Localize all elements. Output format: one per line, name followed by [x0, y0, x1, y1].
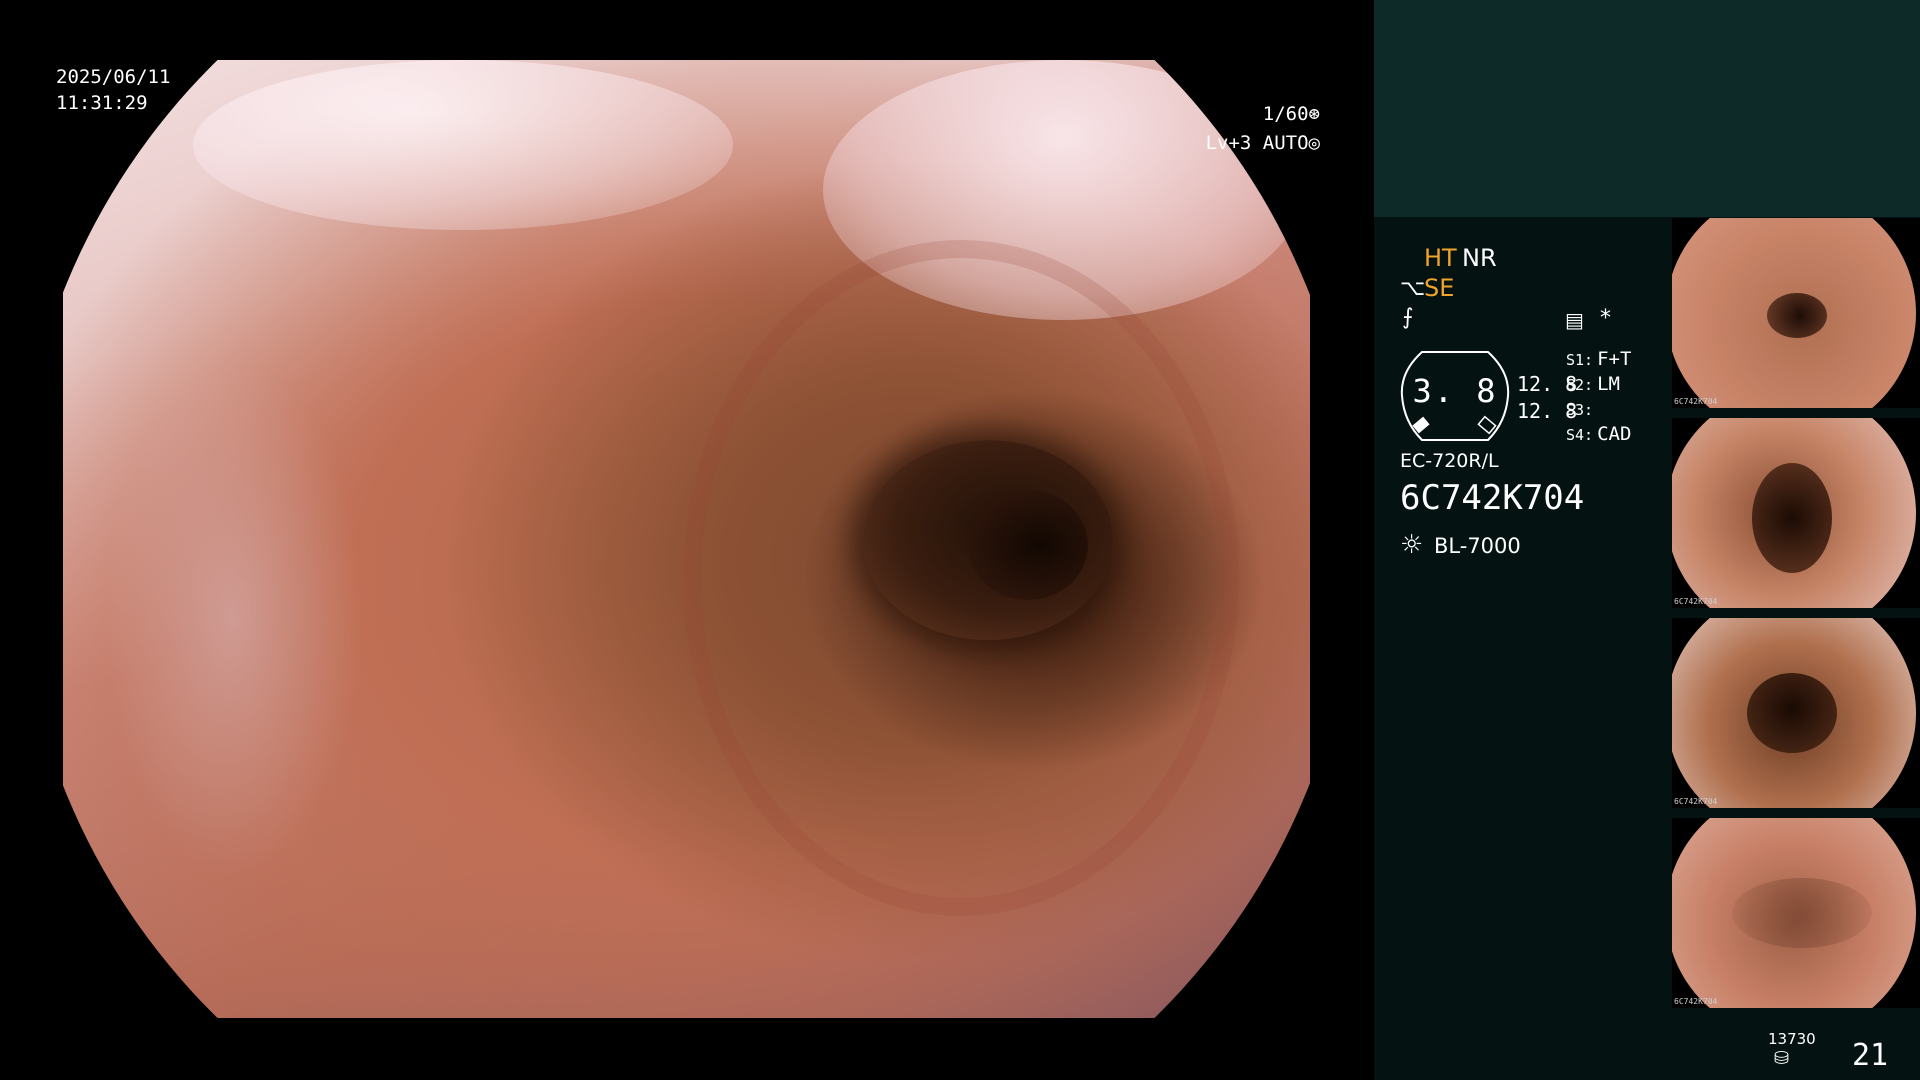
thumbnail-lumen	[1732, 878, 1872, 948]
thumbnail-caption: 6C742K704	[1674, 997, 1718, 1006]
menu-icon: ▤	[1565, 308, 1584, 332]
thumbnail[interactable]: 6C742K704	[1672, 818, 1920, 1008]
thumbnail[interactable]: 6C742K704	[1672, 618, 1920, 808]
slot-key: S1:	[1566, 351, 1594, 369]
slot-value: LM	[1597, 373, 1620, 395]
scope-model: EC-720R/L	[1400, 450, 1499, 472]
light-reflection	[193, 60, 733, 230]
endoscope-view	[63, 60, 1310, 1018]
disk-icon: ⛁	[1774, 1048, 1790, 1069]
lumen-deep	[968, 490, 1088, 600]
thumbnail-lumen	[1747, 673, 1837, 753]
gauge-value: 3. 8	[1412, 372, 1498, 410]
shutter-text: 1/60	[1262, 103, 1309, 125]
slot-value: CAD	[1597, 423, 1632, 445]
exposure-info: 1/60⊛ Lv+3 AUTO◎	[1206, 100, 1320, 158]
time-text: 11:31:29	[56, 92, 148, 114]
thumbnail[interactable]: 6C742K704	[1672, 218, 1920, 408]
thumbnail-caption: 6C742K704	[1674, 597, 1718, 606]
nr-label: NR	[1462, 244, 1497, 272]
shutter-icon: ⊛	[1308, 103, 1320, 125]
light-icon: ☼	[1400, 530, 1424, 560]
thumbnail-caption: 6C742K704	[1674, 397, 1718, 406]
thumbnail-lumen	[1752, 463, 1832, 573]
endoscope-image	[63, 60, 1310, 1018]
slot-2: S2: LM	[1566, 373, 1620, 395]
datetime: 2025/06/11 11:31:29	[56, 64, 170, 116]
slot-3: S3:	[1566, 398, 1597, 420]
iris-text: AUTO	[1262, 132, 1309, 154]
thumbnail[interactable]: 6C742K704	[1672, 418, 1920, 608]
asterisk-icon: *	[1600, 306, 1611, 331]
structure-icon: ⌥	[1400, 276, 1426, 301]
slot-value: F+T	[1597, 348, 1632, 370]
date-text: 2025/06/11	[56, 66, 171, 88]
mucosa-fold	[103, 360, 363, 880]
iris-icon: ◎	[1308, 132, 1320, 154]
light-source: BL-7000	[1434, 534, 1521, 558]
scope-serial: 6C742K704	[1400, 478, 1585, 518]
curve-icon: ⨍	[1402, 305, 1414, 330]
slot-key: S4:	[1566, 426, 1594, 444]
frame-count: 13730	[1768, 1030, 1816, 1048]
level-text: Lv+3	[1205, 132, 1252, 154]
thumbnail-caption: 6C742K704	[1674, 797, 1718, 806]
slot-key: S2:	[1566, 376, 1594, 394]
ht-label: HT	[1424, 244, 1457, 272]
slot-4: S4: CAD	[1566, 423, 1631, 445]
image-count: 21	[1852, 1038, 1889, 1073]
slot-key: S3:	[1566, 401, 1594, 419]
slot-1: S1: F+T	[1566, 348, 1631, 370]
panel-header	[1374, 0, 1920, 217]
thumbnail-lumen	[1767, 293, 1827, 338]
se-label: SE	[1424, 274, 1455, 302]
